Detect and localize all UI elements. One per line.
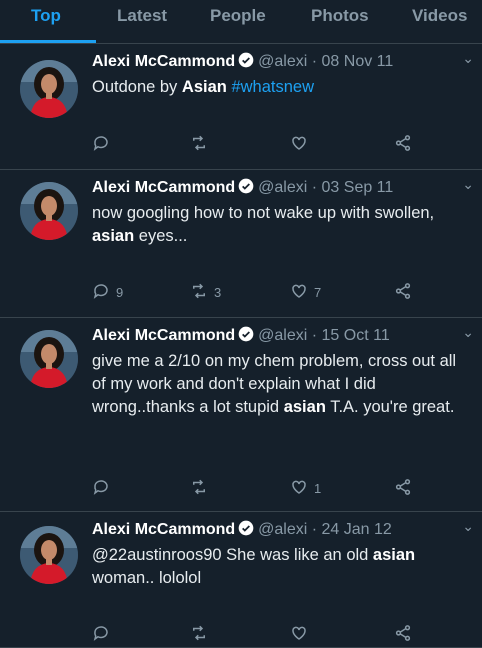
handle[interactable]: @alexi bbox=[258, 521, 307, 538]
verified-badge-icon bbox=[238, 52, 254, 68]
chevron-down-icon[interactable]: ⌄ bbox=[462, 50, 474, 67]
tweet-text-segment: Outdone by bbox=[92, 78, 182, 96]
tweet-actions bbox=[0, 134, 482, 154]
tweet-text-segment: now googling how to not wake up with swo… bbox=[92, 204, 435, 222]
avatar[interactable] bbox=[20, 60, 78, 118]
like-button[interactable] bbox=[290, 134, 314, 155]
like-button[interactable]: 1 bbox=[290, 478, 321, 499]
like-count: 1 bbox=[314, 481, 322, 496]
retweet-icon bbox=[190, 478, 214, 499]
reply-icon bbox=[92, 282, 116, 303]
retweet-button[interactable]: 3 bbox=[190, 282, 221, 303]
share-button[interactable] bbox=[394, 624, 418, 645]
tweet[interactable]: Alexi McCammond @alexi · 03 Sep 11 ⌄ now … bbox=[0, 170, 482, 318]
tweet-text-segment: woman.. lololol bbox=[92, 569, 202, 587]
reply-icon bbox=[92, 478, 116, 499]
tab-videos[interactable]: Videos bbox=[412, 6, 467, 26]
search-tabs: Top Latest People Photos Videos bbox=[0, 0, 482, 44]
retweet-icon bbox=[190, 282, 214, 303]
tweet-date[interactable]: · 08 Nov 11 bbox=[312, 53, 394, 70]
tweet-body: Outdone by Asian #whatsnew bbox=[92, 76, 472, 99]
tweet-header: Alexi McCammond @alexi · 15 Oct 11 bbox=[92, 326, 390, 345]
display-name[interactable]: Alexi McCammond bbox=[92, 179, 235, 196]
share-button[interactable] bbox=[394, 478, 418, 499]
tweet-actions bbox=[0, 624, 482, 644]
reply-button[interactable] bbox=[92, 134, 116, 155]
display-name[interactable]: Alexi McCammond bbox=[92, 521, 235, 538]
verified-badge-icon bbox=[238, 520, 254, 536]
retweet-icon bbox=[190, 134, 214, 155]
tweet[interactable]: Alexi McCammond @alexi · 24 Jan 12 ⌄ @22a… bbox=[0, 512, 482, 648]
highlighted-term: Asian bbox=[181, 78, 227, 96]
chevron-down-icon[interactable]: ⌄ bbox=[462, 518, 474, 535]
chevron-down-icon[interactable]: ⌄ bbox=[462, 324, 474, 341]
tweet[interactable]: Alexi McCammond @alexi · 15 Oct 11 ⌄ give… bbox=[0, 318, 482, 512]
tab-people[interactable]: People bbox=[210, 6, 266, 26]
retweet-count: 3 bbox=[214, 285, 222, 300]
tab-photos[interactable]: Photos bbox=[311, 6, 369, 26]
tweet[interactable]: Alexi McCammond @alexi · 08 Nov 11 ⌄ Outd… bbox=[0, 44, 482, 170]
handle[interactable]: @alexi bbox=[258, 179, 307, 196]
display-name[interactable]: Alexi McCammond bbox=[92, 327, 235, 344]
verified-badge-icon bbox=[238, 178, 254, 194]
reply-icon bbox=[92, 134, 116, 155]
highlighted-term: asian bbox=[283, 398, 326, 416]
share-button[interactable] bbox=[394, 282, 418, 303]
avatar[interactable] bbox=[20, 526, 78, 584]
tweet-date[interactable]: · 15 Oct 11 bbox=[312, 327, 390, 344]
share-icon bbox=[394, 624, 418, 645]
heart-icon bbox=[290, 478, 314, 499]
display-name[interactable]: Alexi McCammond bbox=[92, 53, 235, 70]
avatar[interactable] bbox=[20, 182, 78, 240]
highlighted-term: asian bbox=[92, 227, 135, 245]
tweet-header: Alexi McCammond @alexi · 03 Sep 11 bbox=[92, 178, 393, 197]
tweet-date[interactable]: · 03 Sep 11 bbox=[312, 179, 394, 196]
retweet-button[interactable] bbox=[190, 478, 214, 499]
tweet-body: give me a 2/10 on my chem problem, cross… bbox=[92, 350, 472, 419]
tweet-body: now googling how to not wake up with swo… bbox=[92, 202, 472, 248]
reply-icon bbox=[92, 624, 116, 645]
tweet-text-segment: eyes... bbox=[134, 227, 188, 245]
tweet-header: Alexi McCammond @alexi · 08 Nov 11 bbox=[92, 52, 393, 71]
tweet-header: Alexi McCammond @alexi · 24 Jan 12 bbox=[92, 520, 392, 539]
hashtag-link[interactable]: #whatsnew bbox=[231, 78, 314, 96]
tweet-body: @22austinroos90 She was like an old asia… bbox=[92, 544, 472, 590]
like-button[interactable]: 7 bbox=[290, 282, 321, 303]
tab-top[interactable]: Top bbox=[31, 6, 61, 26]
reply-button[interactable] bbox=[92, 478, 116, 499]
handle[interactable]: @alexi bbox=[258, 53, 307, 70]
retweet-button[interactable] bbox=[190, 134, 214, 155]
heart-icon bbox=[290, 624, 314, 645]
reply-button[interactable]: 9 bbox=[92, 282, 123, 303]
chevron-down-icon[interactable]: ⌄ bbox=[462, 176, 474, 193]
retweet-icon bbox=[190, 624, 214, 645]
share-icon bbox=[394, 478, 418, 499]
tab-latest[interactable]: Latest bbox=[117, 6, 167, 26]
share-icon bbox=[394, 282, 418, 303]
tweet-actions: 9 3 7 bbox=[0, 282, 482, 302]
tweet-date[interactable]: · 24 Jan 12 bbox=[312, 521, 392, 538]
active-tab-indicator bbox=[0, 40, 96, 43]
reply-button[interactable] bbox=[92, 624, 116, 645]
reply-count: 9 bbox=[116, 285, 124, 300]
share-icon bbox=[394, 134, 418, 155]
heart-icon bbox=[290, 282, 314, 303]
tweet-text-segment: T.A. you're great. bbox=[325, 398, 455, 416]
tweet-actions: 1 bbox=[0, 478, 482, 498]
retweet-button[interactable] bbox=[190, 624, 214, 645]
like-button[interactable] bbox=[290, 624, 314, 645]
avatar[interactable] bbox=[20, 330, 78, 388]
heart-icon bbox=[290, 134, 314, 155]
tweet-text-segment: @22austinroos90 She was like an old bbox=[92, 546, 373, 564]
verified-badge-icon bbox=[238, 326, 254, 342]
handle[interactable]: @alexi bbox=[258, 327, 307, 344]
share-button[interactable] bbox=[394, 134, 418, 155]
like-count: 7 bbox=[314, 285, 322, 300]
highlighted-term: asian bbox=[372, 546, 416, 564]
